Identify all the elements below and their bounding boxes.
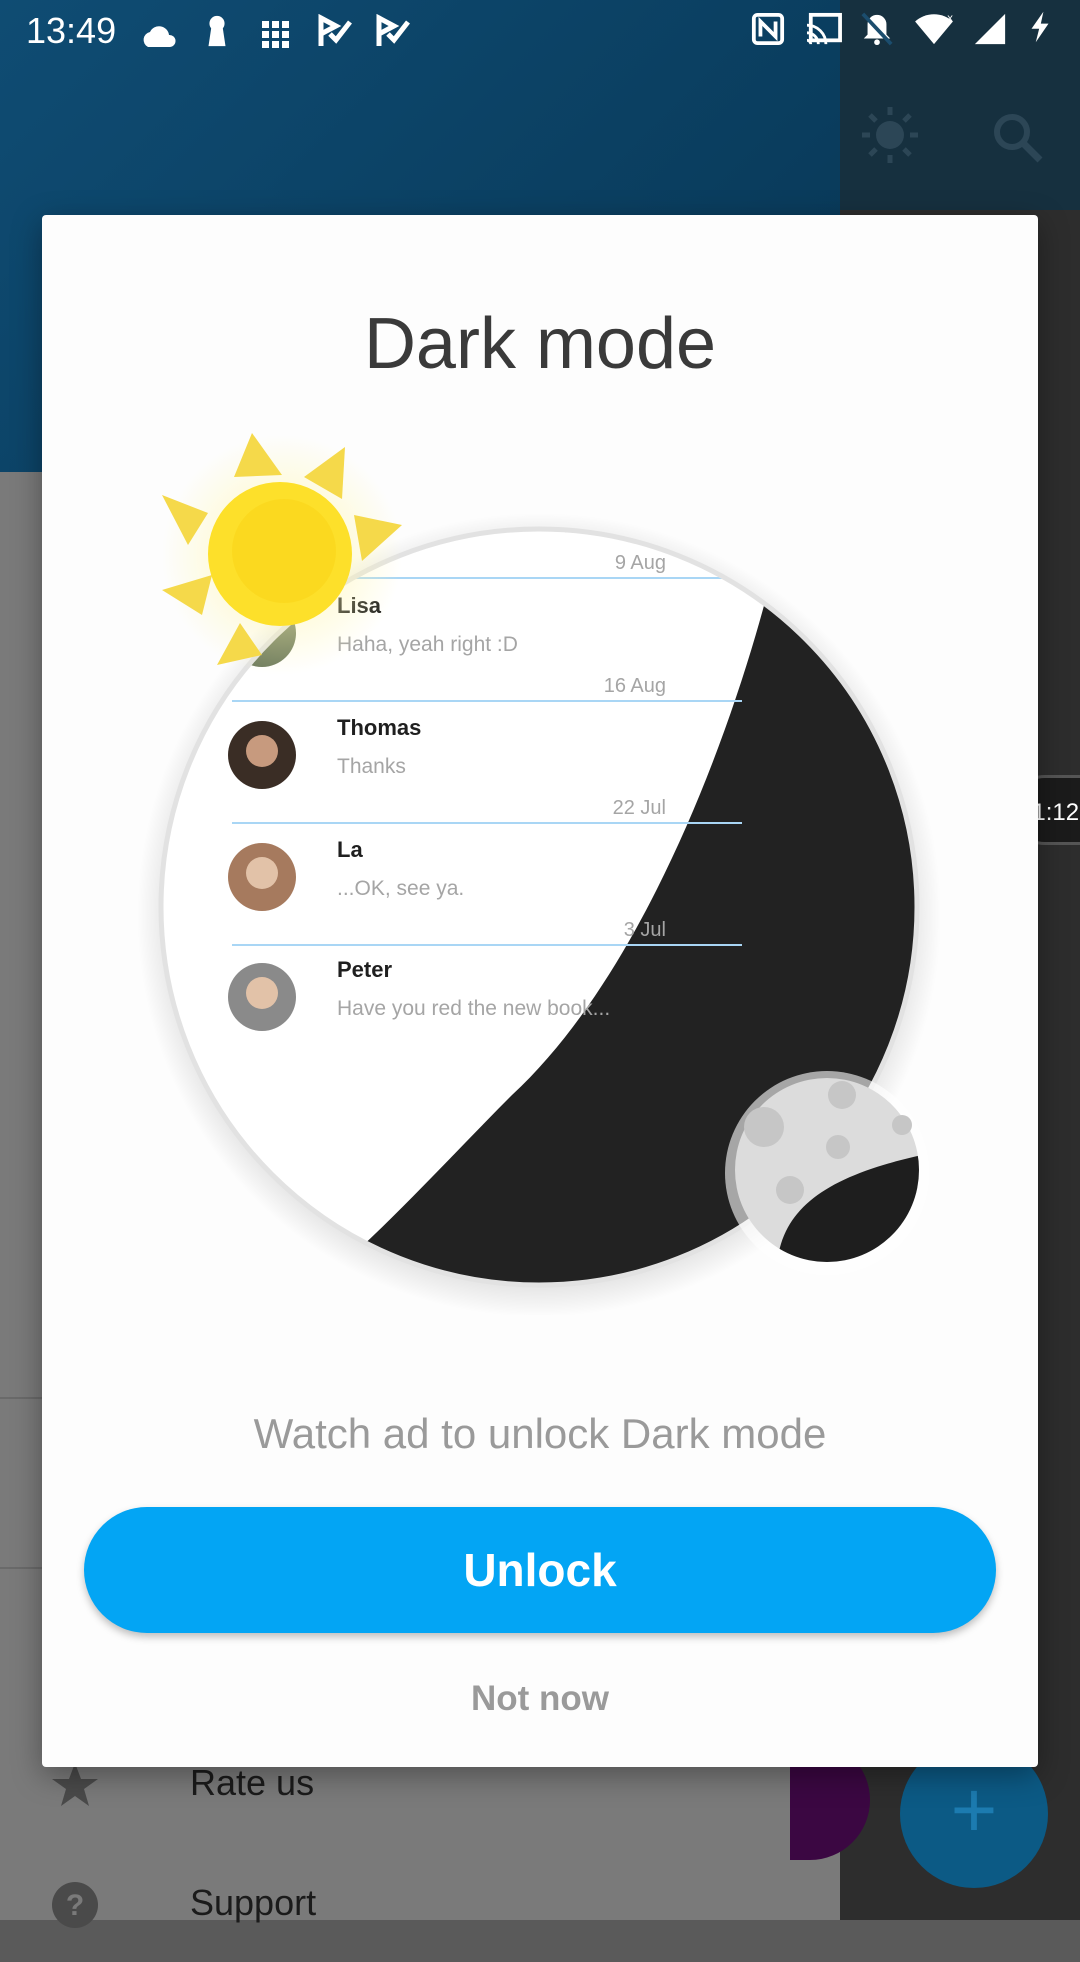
conversation-message: Have you red the new book...	[337, 997, 610, 1020]
conversation-date: 3 Jul	[624, 919, 666, 941]
cast-icon	[806, 12, 842, 45]
search-icon[interactable]	[990, 110, 1046, 166]
conversation-name: La	[337, 837, 363, 862]
wifi-icon: x	[915, 12, 953, 45]
grid-icon	[262, 21, 289, 48]
plus-icon: +	[950, 1765, 998, 1854]
conversation-date: 22 Jul	[613, 797, 666, 819]
conversation-date: 9 Aug	[615, 552, 666, 574]
svg-text:x: x	[947, 12, 953, 24]
drawer-item-support[interactable]: ? Support	[0, 1852, 840, 1962]
conversation-date: 16 Aug	[604, 675, 666, 697]
drawer-item-label: Support	[190, 1882, 317, 1923]
check-flag-icon	[376, 14, 410, 46]
drawer-item-label: Rate us	[190, 1762, 315, 1803]
check-flag-icon	[318, 14, 352, 46]
brightness-icon[interactable]	[860, 105, 920, 165]
status-time: 13:49	[26, 10, 117, 51]
conversation-name: Peter	[337, 957, 392, 982]
avatar-face	[246, 735, 278, 767]
cloud-icon	[143, 26, 176, 47]
nfc-icon	[751, 12, 785, 46]
help-icon: ?	[52, 1882, 98, 1928]
unlock-button[interactable]: Unlock	[84, 1507, 996, 1633]
keyhole-icon	[208, 15, 226, 47]
conversation-message: Thanks	[337, 755, 406, 778]
charging-icon	[1031, 11, 1049, 43]
star-icon	[52, 1763, 98, 1806]
dark-mode-dialog: Dark mode JamesHello, how are you doing …	[42, 215, 1038, 1767]
dark-mode-illustration: JamesHello, how are you doing ?..9 AugLi…	[137, 433, 941, 1315]
avatar-face	[246, 977, 278, 1009]
conversation-message: ...OK, see ya.	[337, 877, 464, 900]
svg-text:?: ?	[66, 1889, 84, 1922]
avatar-face	[246, 857, 278, 889]
not-now-button[interactable]: Not now	[342, 1663, 738, 1735]
bell-off-icon	[861, 12, 893, 46]
conversation-name: Thomas	[337, 715, 421, 740]
signal-icon	[974, 13, 1006, 45]
status-bar: 13:49 x	[0, 0, 1080, 62]
dialog-subtitle: Watch ad to unlock Dark mode	[253, 1410, 827, 1457]
